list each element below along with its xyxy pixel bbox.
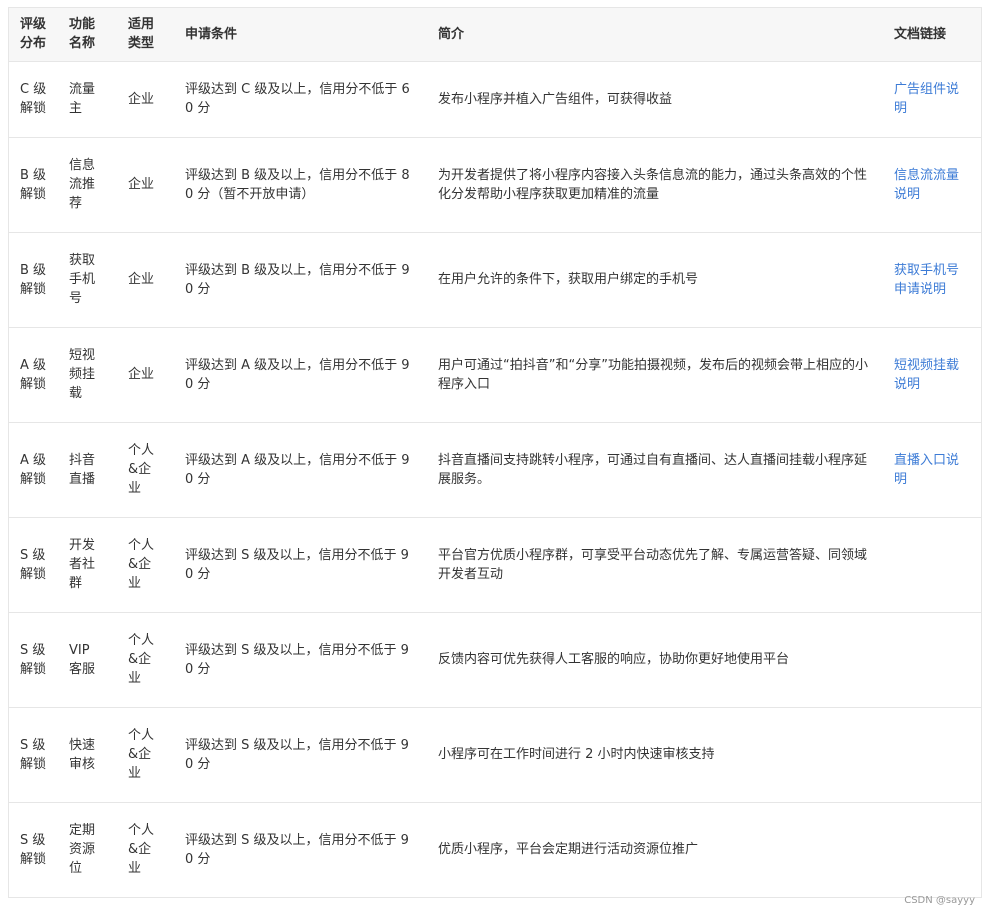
table-row: B 级解锁 信息流推荐 企业 评级达到 B 级及以上，信用分不低于 80 分（暂… [9, 136, 981, 232]
table-header-row: 评级分布 功能名称 适用类型 申请条件 简介 文档链接 [9, 8, 981, 61]
watermark: CSDN @sayyy [904, 895, 975, 906]
cell-level: A 级解锁 [9, 421, 58, 517]
header-name: 功能名称 [69, 17, 96, 52]
cell-link: 直播入口说明 [883, 421, 981, 517]
doc-link[interactable]: 短视频挂载说明 [894, 358, 959, 392]
cell-intro: 优质小程序，平台会定期进行活动资源位推广 [427, 801, 883, 897]
cell-link [883, 801, 981, 897]
cell-type: 企业 [117, 60, 174, 137]
cell-name: 快速审核 [58, 706, 117, 802]
cell-intro: 发布小程序并植入广告组件，可获得收益 [427, 60, 883, 137]
cell-level: A 级解锁 [9, 326, 58, 422]
cell-intro: 在用户允许的条件下，获取用户绑定的手机号 [427, 231, 883, 327]
cell-level: C 级解锁 [9, 60, 58, 137]
feature-table: 评级分布 功能名称 适用类型 申请条件 简介 文档链接 C 级解锁 流量主 企业… [9, 8, 981, 897]
cell-level: B 级解锁 [9, 231, 58, 327]
header-intro: 简介 [438, 26, 465, 42]
table-row: S 级解锁 快速审核 个人&企业 评级达到 S 级及以上，信用分不低于 90 分… [9, 706, 981, 802]
cell-level: S 级解锁 [9, 801, 58, 897]
table-row: S 级解锁 VIP 客服 个人&企业 评级达到 S 级及以上，信用分不低于 90… [9, 611, 981, 707]
cell-link [883, 611, 981, 707]
cell-type: 个人&企业 [117, 516, 174, 612]
cell-type: 个人&企业 [117, 611, 174, 707]
feature-table-container: 评级分布 功能名称 适用类型 申请条件 简介 文档链接 C 级解锁 流量主 企业… [8, 7, 982, 898]
cell-condition: 评级达到 A 级及以上，信用分不低于 90 分 [174, 421, 427, 517]
cell-type: 企业 [117, 326, 174, 422]
cell-name: 定期资源位 [58, 801, 117, 897]
cell-intro: 用户可通过“拍抖音”和“分享”功能拍摄视频，发布后的视频会带上相应的小程序入口 [427, 326, 883, 422]
table-row: A 级解锁 短视频挂载 企业 评级达到 A 级及以上，信用分不低于 90 分 用… [9, 326, 981, 422]
cell-link: 短视频挂载说明 [883, 326, 981, 422]
cell-link: 获取手机号申请说明 [883, 231, 981, 327]
table-row: S 级解锁 定期资源位 个人&企业 评级达到 S 级及以上，信用分不低于 90 … [9, 801, 981, 897]
cell-link [883, 516, 981, 612]
header-level: 评级分布 [20, 17, 47, 52]
cell-condition: 评级达到 C 级及以上，信用分不低于 60 分 [174, 60, 427, 137]
header-type: 适用类型 [128, 17, 155, 52]
cell-level: S 级解锁 [9, 611, 58, 707]
table-row: A 级解锁 抖音直播 个人&企业 评级达到 A 级及以上，信用分不低于 90 分… [9, 421, 981, 517]
header-condition: 申请条件 [185, 26, 238, 42]
cell-intro: 反馈内容可优先获得人工客服的响应，协助你更好地使用平台 [427, 611, 883, 707]
cell-condition: 评级达到 S 级及以上，信用分不低于 90 分 [174, 516, 427, 612]
cell-level: B 级解锁 [9, 136, 58, 232]
cell-name: 获取手机号 [58, 231, 117, 327]
cell-type: 个人&企业 [117, 421, 174, 517]
cell-condition: 评级达到 S 级及以上，信用分不低于 90 分 [174, 611, 427, 707]
cell-name: 信息流推荐 [58, 136, 117, 232]
cell-condition: 评级达到 S 级及以上，信用分不低于 90 分 [174, 801, 427, 897]
cell-level: S 级解锁 [9, 516, 58, 612]
cell-level: S 级解锁 [9, 706, 58, 802]
cell-link [883, 706, 981, 802]
cell-intro: 平台官方优质小程序群，可享受平台动态优先了解、专属运营答疑、同领域开发者互动 [427, 516, 883, 612]
cell-condition: 评级达到 S 级及以上，信用分不低于 90 分 [174, 706, 427, 802]
cell-intro: 抖音直播间支持跳转小程序，可通过自有直播间、达人直播间挂载小程序延展服务。 [427, 421, 883, 517]
cell-type: 个人&企业 [117, 801, 174, 897]
table-row: B 级解锁 获取手机号 企业 评级达到 B 级及以上，信用分不低于 90 分 在… [9, 231, 981, 327]
cell-type: 企业 [117, 231, 174, 327]
header-link: 文档链接 [894, 26, 947, 42]
table-row: C 级解锁 流量主 企业 评级达到 C 级及以上，信用分不低于 60 分 发布小… [9, 60, 981, 137]
cell-name: VIP 客服 [58, 611, 117, 707]
cell-link: 信息流流量说明 [883, 136, 981, 232]
cell-link: 广告组件说明 [883, 60, 981, 137]
doc-link[interactable]: 获取手机号申请说明 [894, 263, 959, 297]
cell-name: 抖音直播 [58, 421, 117, 517]
doc-link[interactable]: 信息流流量说明 [894, 168, 959, 202]
cell-condition: 评级达到 A 级及以上，信用分不低于 90 分 [174, 326, 427, 422]
cell-condition: 评级达到 B 级及以上，信用分不低于 80 分（暂不开放申请） [174, 136, 427, 232]
cell-condition: 评级达到 B 级及以上，信用分不低于 90 分 [174, 231, 427, 327]
doc-link[interactable]: 直播入口说明 [894, 453, 959, 487]
cell-intro: 小程序可在工作时间进行 2 小时内快速审核支持 [427, 706, 883, 802]
cell-intro: 为开发者提供了将小程序内容接入头条信息流的能力，通过头条高效的个性化分发帮助小程… [427, 136, 883, 232]
cell-name: 短视频挂载 [58, 326, 117, 422]
cell-name: 开发者社群 [58, 516, 117, 612]
table-row: S 级解锁 开发者社群 个人&企业 评级达到 S 级及以上，信用分不低于 90 … [9, 516, 981, 612]
cell-type: 个人&企业 [117, 706, 174, 802]
cell-type: 企业 [117, 136, 174, 232]
doc-link[interactable]: 广告组件说明 [894, 82, 959, 116]
cell-name: 流量主 [58, 60, 117, 137]
